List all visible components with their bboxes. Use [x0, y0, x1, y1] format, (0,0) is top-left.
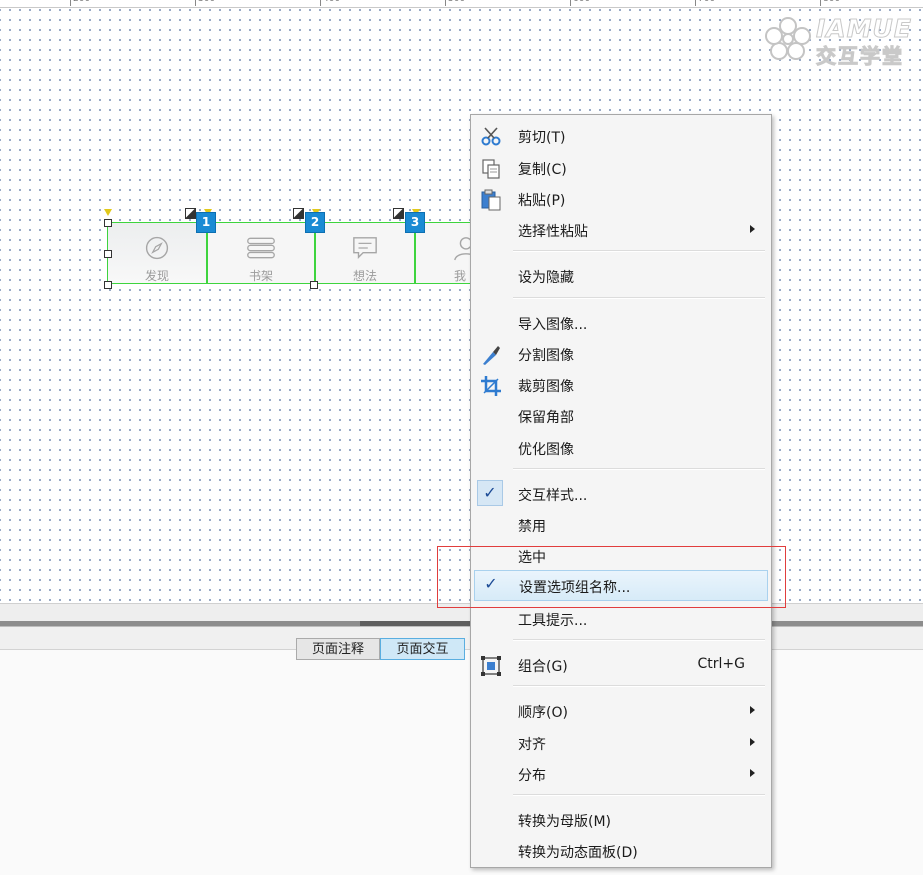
menu-label: 转换为动态面板(D)	[518, 845, 638, 861]
ruler-label: 500	[448, 0, 465, 4]
menu-label: 交互样式...	[518, 488, 588, 504]
menu-item-distribute[interactable]: 分布	[471, 759, 771, 789]
submenu-arrow-icon	[750, 738, 755, 746]
footnote-badge-3[interactable]: 3	[405, 212, 425, 233]
menu-item-interaction-styles[interactable]: ✓ 交互样式...	[471, 479, 771, 509]
resize-handle[interactable]	[104, 219, 112, 227]
resize-handle[interactable]	[104, 250, 112, 258]
ruler-label: 600	[573, 0, 590, 4]
menu-label: 选择性粘贴	[518, 224, 588, 240]
flower-logo-icon	[765, 17, 811, 60]
menu-separator	[513, 794, 765, 796]
interaction-corner-icon[interactable]	[393, 208, 404, 219]
comment-icon	[353, 237, 377, 259]
menu-item-copy[interactable]: 复制(C)	[471, 153, 771, 183]
menu-separator	[513, 639, 765, 641]
checkmark-icon: ✓	[477, 480, 503, 506]
logo-text-latin: IAMUE	[816, 14, 912, 44]
menu-separator	[513, 685, 765, 687]
menu-shortcut: Ctrl+G	[697, 656, 746, 672]
ruler-label: 800	[823, 0, 840, 4]
ruler-label: 300	[198, 0, 215, 4]
horizontal-ruler: 200 300 400 500 600 700 800	[0, 0, 923, 8]
tab-item-discover[interactable]: 发现	[107, 222, 207, 284]
tab-label: 想法	[352, 269, 377, 283]
menu-label: 对齐	[518, 737, 546, 753]
submenu-arrow-icon	[750, 706, 755, 714]
menu-item-align[interactable]: 对齐	[471, 728, 771, 758]
iamue-logo: IAMUE 交互学堂	[764, 14, 914, 69]
tab-bar-widget[interactable]: 发现 书架 想法 我	[107, 222, 487, 284]
interaction-corner-icon[interactable]	[185, 208, 196, 219]
tab-label: 我	[454, 269, 467, 283]
menu-separator	[513, 250, 765, 252]
menu-item-convert-master[interactable]: 转换为母版(M)	[471, 805, 771, 835]
menu-separator	[513, 297, 765, 299]
menu-label: 裁剪图像	[518, 379, 574, 395]
interaction-corner-icon[interactable]	[293, 208, 304, 219]
tab-label: 发现	[144, 269, 169, 283]
resize-handle[interactable]	[310, 281, 318, 289]
tab-item-bookshelf[interactable]: 书架	[207, 222, 315, 284]
anchor-marker	[104, 209, 112, 216]
footnote-badge-1[interactable]: 1	[196, 212, 216, 233]
menu-label: 剪切(T)	[518, 130, 566, 146]
menu-label: 分割图像	[518, 348, 574, 364]
menu-item-cut[interactable]: 剪切(T)	[471, 121, 771, 151]
scissors-icon	[481, 127, 501, 146]
menu-item-paste-special[interactable]: 选择性粘贴	[471, 215, 771, 245]
menu-label: 优化图像	[518, 442, 574, 458]
menu-label: 复制(C)	[518, 162, 567, 178]
menu-label: 设为隐藏	[518, 270, 574, 286]
paste-icon	[481, 189, 501, 211]
tab-item-thoughts[interactable]: 想法	[315, 222, 415, 284]
tab-page-notes[interactable]: 页面注释	[296, 638, 380, 660]
menu-item-group[interactable]: 组合(G) Ctrl+G	[471, 650, 771, 680]
menu-item-order[interactable]: 顺序(O)	[471, 696, 771, 726]
ruler-label: 700	[698, 0, 715, 4]
resize-handle[interactable]	[104, 281, 112, 289]
menu-item-keep-corners[interactable]: 保留角部	[471, 401, 771, 431]
ruler-label: 400	[323, 0, 340, 4]
design-canvas[interactable]	[0, 0, 923, 603]
bottom-panel	[0, 626, 923, 875]
menu-label: 转换为母版(M)	[518, 814, 612, 830]
crop-icon	[481, 376, 501, 396]
panel-content	[0, 649, 923, 875]
compass-icon	[145, 236, 169, 260]
bookshelf-icon	[247, 237, 275, 259]
menu-label: 顺序(O)	[518, 705, 568, 721]
logo-text-chinese: 交互学堂	[816, 44, 904, 69]
menu-item-optimize-image[interactable]: 优化图像	[471, 433, 771, 463]
menu-item-tooltip[interactable]: 工具提示...	[471, 604, 771, 634]
slice-knife-icon	[483, 346, 500, 365]
menu-label: 分布	[518, 768, 546, 784]
menu-item-set-hidden[interactable]: 设为隐藏	[471, 261, 771, 291]
group-icon	[481, 656, 501, 676]
menu-item-crop-image[interactable]: 裁剪图像	[471, 370, 771, 400]
submenu-arrow-icon	[750, 225, 755, 233]
footnote-badge-2[interactable]: 2	[305, 212, 325, 233]
highlight-callout-box	[437, 546, 786, 608]
ruler-label: 200	[73, 0, 90, 4]
menu-separator	[513, 468, 765, 470]
submenu-arrow-icon	[750, 769, 755, 777]
menu-item-disabled[interactable]: 禁用	[471, 510, 771, 540]
menu-label: 保留角部	[518, 410, 574, 426]
menu-item-slice-image[interactable]: 分割图像	[471, 339, 771, 369]
context-menu: 剪切(T) 复制(C) 粘贴(P) 选择性粘贴 设为隐藏 导入图像... 分割图…	[470, 114, 772, 868]
menu-label: 粘贴(P)	[518, 193, 566, 209]
menu-label: 工具提示...	[518, 613, 588, 629]
menu-label: 导入图像...	[518, 317, 588, 333]
tab-page-interactions[interactable]: 页面交互	[380, 638, 465, 660]
menu-label: 组合(G)	[518, 659, 568, 675]
menu-item-paste[interactable]: 粘贴(P)	[471, 184, 771, 214]
copy-icon	[482, 159, 500, 179]
menu-item-import-image[interactable]: 导入图像...	[471, 308, 771, 338]
menu-label: 禁用	[518, 519, 546, 535]
menu-item-convert-dynamic-panel[interactable]: 转换为动态面板(D)	[471, 836, 771, 866]
tab-label: 书架	[248, 269, 273, 283]
